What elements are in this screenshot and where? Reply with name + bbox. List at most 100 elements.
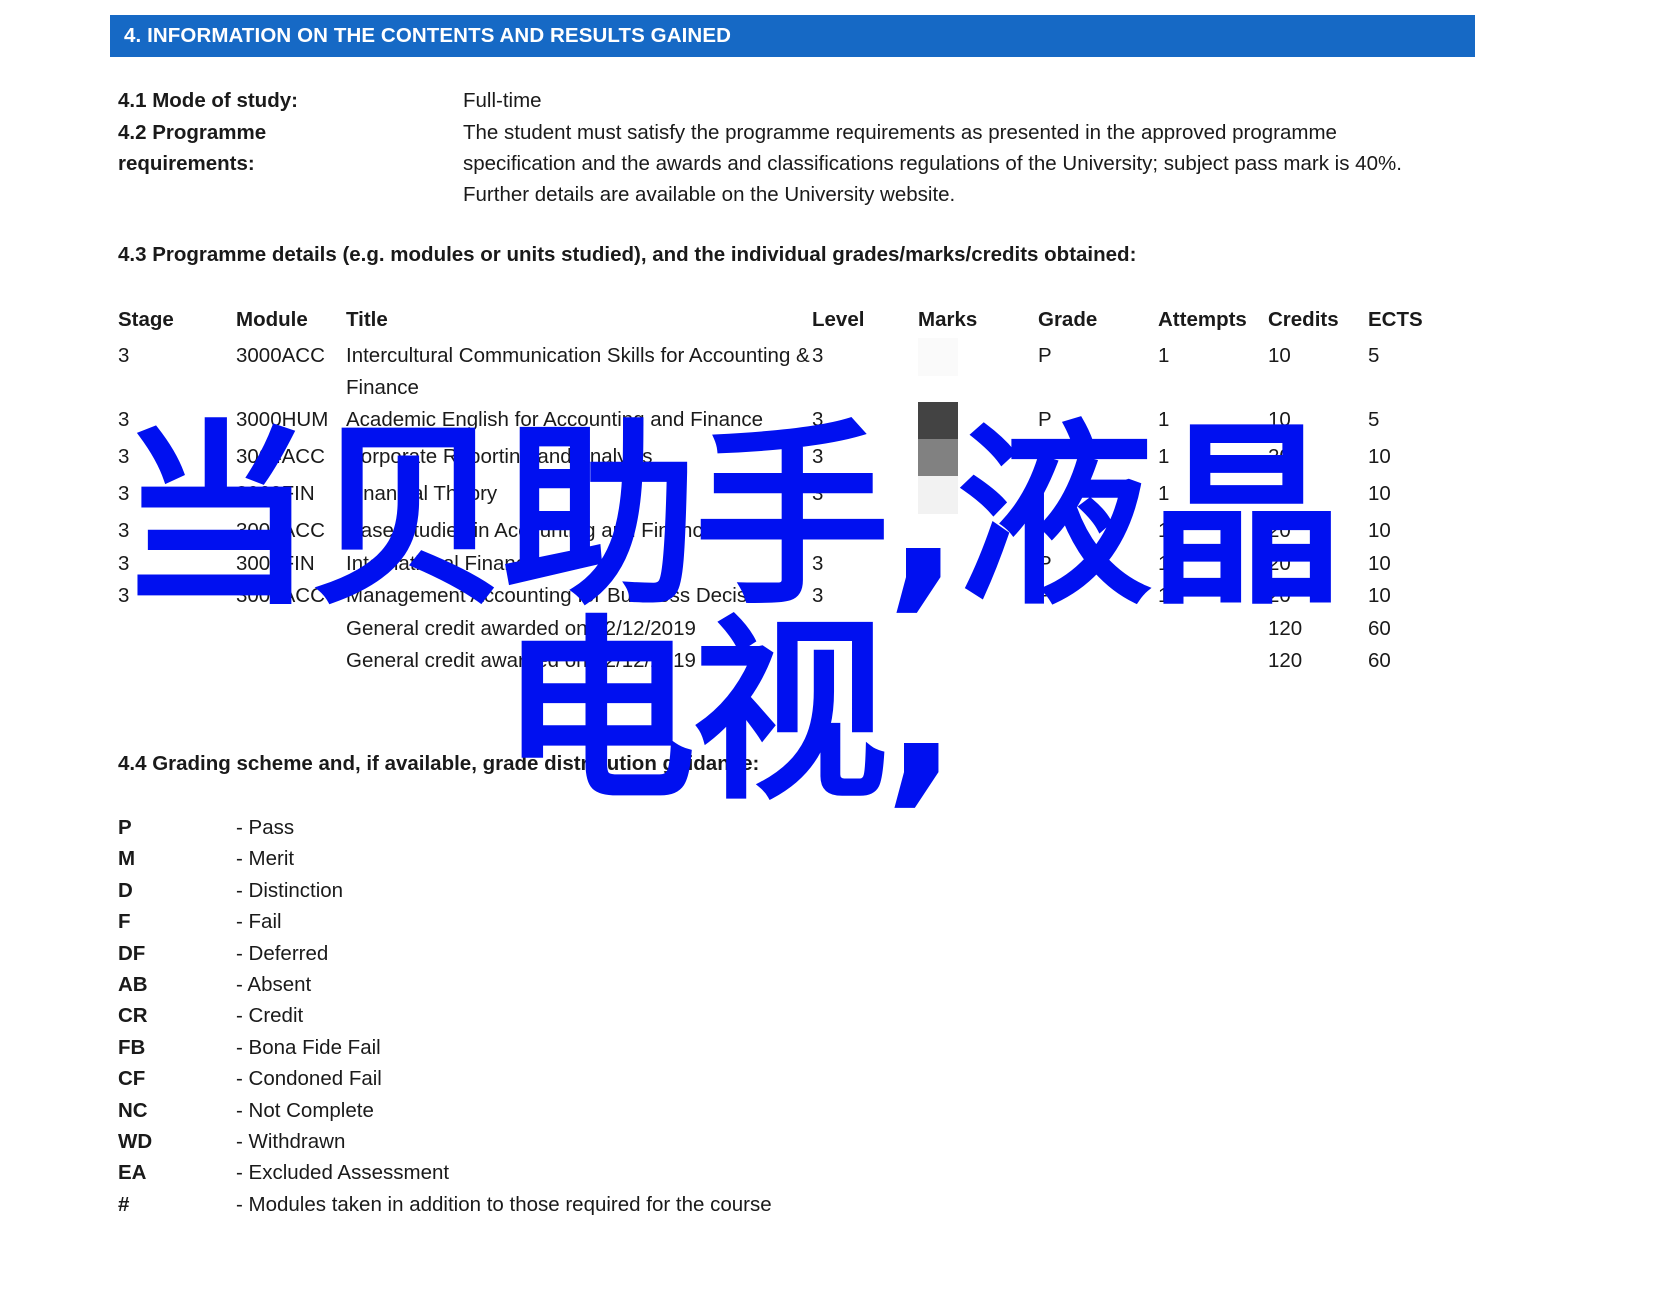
cell-title: Case Studies in Accounting and Finance [346, 519, 715, 542]
legend-row: FB - Bona Fide Fail [118, 1032, 1018, 1063]
legend-description: - Bona Fide Fail [236, 1035, 381, 1059]
legend-code: EA [118, 1161, 147, 1185]
table-row: 3 3001FIN International Finance 3 P 1 20 10 [118, 548, 1458, 581]
cell-module: 3003ACC [236, 519, 325, 542]
cell-title: Financial Theory [346, 482, 498, 505]
mode-of-study-value: Full-time [463, 89, 542, 112]
legend-description: - Excluded Assessment [236, 1161, 450, 1185]
legend-row: D - Distinction [118, 875, 1018, 906]
column-header-grade: Grade [1038, 308, 1098, 331]
cell-attempts: 1 [1158, 584, 1170, 607]
cell-attempts: 1 [1158, 551, 1170, 575]
legend-description: - Withdrawn [236, 1130, 346, 1154]
cell-level: 3 [812, 445, 824, 468]
cell-ects: 10 [1368, 482, 1391, 505]
cell-title: Management Accounting for Business Decis… [346, 584, 785, 607]
cell-marks [918, 645, 1038, 678]
cell-title: General credit awarded on 02/12/2019 [346, 616, 696, 640]
legend-code: DF [118, 941, 146, 965]
cell-grade [1038, 613, 1158, 646]
legend-code: CF [118, 1067, 146, 1091]
cell-attempts: 1 [1158, 445, 1170, 468]
legend-code: F [118, 910, 131, 934]
cell-title: Academic English for Accounting and Fina… [346, 408, 764, 431]
cell-credits: 120 [1268, 616, 1303, 640]
column-header-module: Module [236, 308, 308, 331]
cell-stage: 3 [118, 408, 130, 431]
legend-row: WD - Withdrawn [118, 1126, 1018, 1157]
cell-level: 3 [812, 408, 824, 431]
cell-grade: P [1038, 344, 1052, 367]
cell-marks [918, 515, 1038, 548]
cell-grade [1038, 441, 1158, 478]
cell-ects: 10 [1368, 551, 1391, 575]
legend-description: - Not Complete [236, 1098, 374, 1122]
cell-marks [918, 580, 1038, 613]
cell-ects: 10 [1368, 584, 1391, 607]
table-row: 3 3062FIN Financial Theory 3 1 20 10 [118, 476, 1458, 515]
cell-marks [918, 402, 1038, 441]
cell-stage: 3 [118, 445, 130, 468]
cell-attempts: 1 [1158, 482, 1170, 505]
cell-ects: 10 [1368, 519, 1391, 542]
cell-ects: 10 [1368, 445, 1391, 468]
document-page: 4. INFORMATION ON THE CONTENTS AND RESUL… [0, 0, 1653, 1303]
cell-stage [118, 613, 236, 646]
cell-attempts: 1 [1158, 408, 1170, 431]
cell-level: 3 [812, 584, 824, 607]
cell-module: 3000ACC [236, 344, 325, 367]
cell-ects: 5 [1368, 344, 1380, 367]
legend-row: CF - Condoned Fail [118, 1063, 1018, 1094]
marks-redaction-box [918, 402, 958, 440]
cell-marks [918, 548, 1038, 581]
results-table: Stage Module Title Level Marks Grade Att… [118, 308, 1458, 678]
legend-description: - Merit [236, 847, 295, 871]
legend-row: CR - Credit [118, 1000, 1018, 1031]
cell-ects: 60 [1368, 649, 1391, 672]
cell-level: 3 [812, 519, 824, 542]
cell-credits: 10 [1268, 344, 1291, 367]
legend-code: AB [118, 973, 148, 997]
cell-module [236, 613, 346, 646]
cell-module: 3001FIN [236, 551, 315, 575]
legend-description: - Pass [236, 816, 295, 839]
column-header-attempts: Attempts [1158, 308, 1247, 331]
cell-title: Intercultural Communication Skills for A… [346, 344, 810, 399]
section-43-heading: 4.3 Programme details (e.g. modules or u… [118, 243, 1137, 266]
cell-stage: 3 [118, 551, 130, 575]
results-table-body: 3 3000ACC Intercultural Communication Skil… [118, 338, 1458, 678]
cell-marks [918, 613, 1038, 646]
cell-marks [918, 476, 1038, 515]
cell-credits: 20 [1268, 551, 1291, 575]
legend-description: - Absent [236, 973, 312, 997]
programme-requirements-label: 4.2 Programme requirements: [118, 117, 463, 210]
cell-grade [1038, 515, 1158, 548]
cell-attempts: 1 [1158, 344, 1170, 367]
cell-credits: 20 [1268, 519, 1291, 542]
cell-credits: 20 [1268, 445, 1291, 468]
cell-grade: P [1038, 408, 1052, 431]
cell-ects: 60 [1368, 616, 1391, 640]
legend-row: M - Merit [118, 843, 1018, 874]
cell-level [812, 613, 918, 646]
legend-code: # [118, 1192, 130, 1216]
table-row: 3 3002ACC Management Accounting for Busine… [118, 580, 1458, 613]
marks-redaction-box [918, 338, 958, 376]
table-header-row: Stage Module Title Level Marks Grade Att… [118, 308, 1458, 340]
legend-row: F - Fail [118, 906, 1018, 937]
cell-stage [118, 645, 236, 678]
legend-code: NC [118, 1098, 148, 1122]
cell-stage: 3 [118, 482, 130, 505]
column-header-marks: Marks [918, 308, 978, 331]
table-row: General credit awarded on 02/12/2019 120… [118, 613, 1458, 646]
cell-title: General credit awarded on 02/12/2019 [346, 649, 696, 672]
cell-level: 3 [812, 344, 824, 367]
cell-grade: P [1038, 584, 1052, 607]
cell-module [236, 645, 346, 678]
legend-code: D [118, 878, 133, 902]
column-header-title: Title [346, 308, 388, 331]
legend-code: M [118, 847, 136, 871]
cell-marks [918, 338, 1038, 404]
column-header-ects: ECTS [1368, 308, 1423, 331]
cell-grade [1038, 645, 1158, 678]
